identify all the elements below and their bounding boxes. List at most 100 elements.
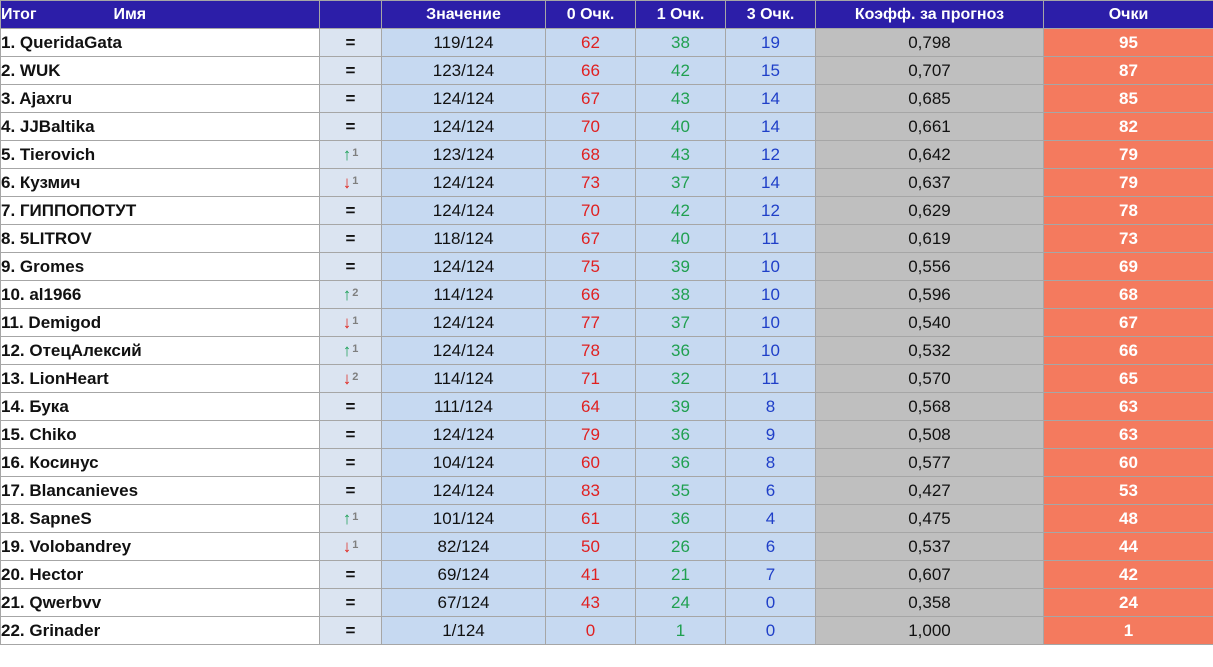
total-points-cell: 24 [1043, 588, 1213, 617]
header-points: Очки [1043, 0, 1213, 29]
total-points-cell: 95 [1043, 28, 1213, 57]
rank-change-cell: ↓ 1 [319, 168, 382, 197]
player-rank-name: 8. 5LITROV [0, 224, 320, 253]
no-change-marker: = [345, 620, 356, 640]
table-row: 9. Gromes = 124/124 75 39 10 0,556 69 [0, 252, 1213, 281]
rank-change-cell: = [319, 420, 382, 449]
player-rank-name: 2. WUK [0, 56, 320, 85]
table-row: 1. QueridaGata = 119/124 62 38 19 0,798 95 [0, 28, 1213, 57]
value-cell: 1/124 [381, 616, 546, 645]
table-header: Итог Имя Значение 0 Очк. 1 Очк. 3 Очк. К… [0, 0, 1213, 29]
no-change-marker: = [345, 32, 356, 52]
rank-change-cell: = [319, 196, 382, 225]
coefficient-cell: 0,619 [815, 224, 1044, 253]
rank-change-cell: ↓ 2 [319, 364, 382, 393]
player-rank-name: 20. Hector [0, 560, 320, 589]
table-row: 19. Volobandrey ↓ 1 82/124 50 26 6 0,537 44 [0, 532, 1213, 561]
value-cell: 82/124 [381, 532, 546, 561]
three-points-cell: 12 [725, 140, 816, 169]
table-row: 2. WUK = 123/124 66 42 15 0,707 87 [0, 56, 1213, 85]
value-cell: 119/124 [381, 28, 546, 57]
arrow-up-icon: ↑ [342, 284, 352, 304]
table-row: 11. Demigod ↓ 1 124/124 77 37 10 0,540 67 [0, 308, 1213, 337]
rank-change: ↓ 1 [343, 538, 359, 555]
rank-change-cell: = [319, 56, 382, 85]
coefficient-cell: 0,707 [815, 56, 1044, 85]
header-change [319, 0, 382, 29]
zero-points-cell: 66 [545, 280, 636, 309]
one-point-cell: 1 [635, 616, 726, 645]
total-points-cell: 65 [1043, 364, 1213, 393]
header-one: 1 Очк. [635, 0, 726, 29]
three-points-cell: 15 [725, 56, 816, 85]
three-points-cell: 0 [725, 616, 816, 645]
total-points-cell: 44 [1043, 532, 1213, 561]
rank-change-amount: 1 [352, 315, 359, 327]
player-rank-name: 15. Chiko [0, 420, 320, 449]
coefficient-cell: 0,607 [815, 560, 1044, 589]
zero-points-cell: 60 [545, 448, 636, 477]
rank-change-cell: = [319, 252, 382, 281]
player-rank-name: 10. al1966 [0, 280, 320, 309]
player-rank-name: 4. JJBaltika [0, 112, 320, 141]
header-rank-cell: Итог Имя [0, 0, 320, 29]
coefficient-cell: 0,508 [815, 420, 1044, 449]
no-change-marker: = [345, 200, 356, 220]
zero-points-cell: 43 [545, 588, 636, 617]
no-change-marker: = [345, 424, 356, 444]
rank-change-cell: = [319, 616, 382, 645]
one-point-cell: 37 [635, 308, 726, 337]
header-value: Значение [381, 0, 546, 29]
rank-change: ↑ 2 [343, 286, 359, 303]
rank-change-cell: = [319, 112, 382, 141]
value-cell: 101/124 [381, 504, 546, 533]
arrow-up-icon: ↑ [342, 508, 352, 528]
table-row: 21. Qwerbvv = 67/124 43 24 0 0,358 24 [0, 588, 1213, 617]
table-row: 6. Кузмич ↓ 1 124/124 73 37 14 0,637 79 [0, 168, 1213, 197]
one-point-cell: 43 [635, 140, 726, 169]
zero-points-cell: 62 [545, 28, 636, 57]
header-zero: 0 Очк. [545, 0, 636, 29]
player-rank-name: 3. Ajaxru [0, 84, 320, 113]
one-point-cell: 38 [635, 280, 726, 309]
value-cell: 124/124 [381, 84, 546, 113]
zero-points-cell: 78 [545, 336, 636, 365]
player-rank-name: 12. ОтецАлексий [0, 336, 320, 365]
total-points-cell: 67 [1043, 308, 1213, 337]
three-points-cell: 8 [725, 392, 816, 421]
standings-table: Итог Имя Значение 0 Очк. 1 Очк. 3 Очк. К… [0, 0, 1213, 645]
arrow-up-icon: ↑ [342, 340, 352, 360]
player-rank-name: 1. QueridaGata [0, 28, 320, 57]
header-row: Итог Имя Значение 0 Очк. 1 Очк. 3 Очк. К… [0, 0, 1213, 29]
player-rank-name: 19. Volobandrey [0, 532, 320, 561]
one-point-cell: 39 [635, 392, 726, 421]
player-rank-name: 11. Demigod [0, 308, 320, 337]
arrow-down-icon: ↓ [342, 368, 352, 388]
total-points-cell: 73 [1043, 224, 1213, 253]
total-points-cell: 78 [1043, 196, 1213, 225]
table-body: 1. QueridaGata = 119/124 62 38 19 0,798 95 2. WU… [0, 28, 1213, 645]
rank-change-cell: = [319, 588, 382, 617]
one-point-cell: 36 [635, 448, 726, 477]
rank-change-amount: 2 [352, 371, 359, 383]
player-rank-name: 18. SapneS [0, 504, 320, 533]
rank-change: ↓ 2 [343, 370, 359, 387]
total-points-cell: 79 [1043, 168, 1213, 197]
coefficient-cell: 0,685 [815, 84, 1044, 113]
total-points-cell: 42 [1043, 560, 1213, 589]
three-points-cell: 6 [725, 532, 816, 561]
zero-points-cell: 73 [545, 168, 636, 197]
value-cell: 124/124 [381, 308, 546, 337]
one-point-cell: 42 [635, 56, 726, 85]
three-points-cell: 9 [725, 420, 816, 449]
zero-points-cell: 70 [545, 196, 636, 225]
one-point-cell: 35 [635, 476, 726, 505]
value-cell: 118/124 [381, 224, 546, 253]
rank-change: ↑ 1 [343, 510, 359, 527]
one-point-cell: 39 [635, 252, 726, 281]
zero-points-cell: 67 [545, 84, 636, 113]
value-cell: 123/124 [381, 140, 546, 169]
total-points-cell: 69 [1043, 252, 1213, 281]
coefficient-cell: 0,427 [815, 476, 1044, 505]
coefficient-cell: 0,629 [815, 196, 1044, 225]
